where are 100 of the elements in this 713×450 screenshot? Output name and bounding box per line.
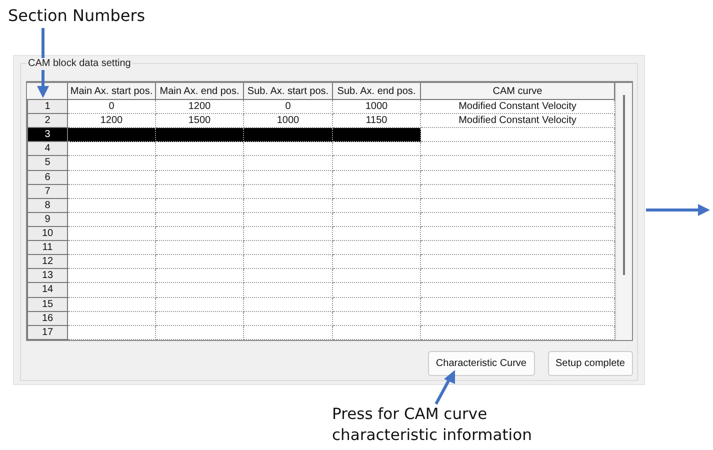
table-cell[interactable]: Modified Constant Velocity bbox=[420, 100, 614, 114]
table-cell[interactable] bbox=[68, 268, 156, 283]
table-cell[interactable]: 1200 bbox=[156, 100, 244, 114]
row-number[interactable]: 16 bbox=[28, 311, 68, 326]
table-cell[interactable] bbox=[332, 282, 420, 298]
table-cell[interactable] bbox=[332, 184, 420, 198]
row-number[interactable]: 10 bbox=[28, 226, 68, 241]
table-cell[interactable]: 0 bbox=[68, 100, 156, 114]
table-cell[interactable] bbox=[156, 198, 244, 212]
table-cell[interactable] bbox=[244, 170, 332, 184]
table-cell[interactable] bbox=[332, 142, 420, 156]
table-cell[interactable] bbox=[332, 170, 420, 184]
table-cell[interactable] bbox=[244, 128, 332, 142]
row-number[interactable]: 2 bbox=[28, 114, 68, 128]
row-number[interactable]: 8 bbox=[28, 198, 68, 212]
table-cell[interactable] bbox=[68, 212, 156, 226]
scrollbar[interactable] bbox=[615, 83, 632, 340]
table-cell[interactable] bbox=[156, 184, 244, 198]
table-cell[interactable] bbox=[156, 128, 244, 142]
table-cell[interactable]: 1500 bbox=[156, 114, 244, 128]
table-cell[interactable] bbox=[244, 297, 332, 312]
table-cell[interactable] bbox=[68, 311, 156, 326]
table-cell[interactable] bbox=[420, 268, 614, 283]
table-cell[interactable] bbox=[68, 170, 156, 184]
row-number[interactable]: 5 bbox=[28, 156, 68, 170]
table-cell[interactable] bbox=[332, 325, 420, 340]
table-cell[interactable] bbox=[332, 198, 420, 212]
table-cell[interactable] bbox=[420, 325, 614, 340]
row-number[interactable]: 1 bbox=[28, 100, 68, 114]
row-number[interactable]: 9 bbox=[28, 212, 68, 226]
table-cell[interactable] bbox=[68, 198, 156, 212]
table-cell[interactable] bbox=[244, 198, 332, 212]
table-cell[interactable] bbox=[244, 212, 332, 226]
table-cell[interactable] bbox=[420, 142, 614, 156]
table-cell[interactable] bbox=[420, 184, 614, 198]
table-cell[interactable] bbox=[420, 226, 614, 241]
table-cell[interactable] bbox=[420, 198, 614, 212]
row-number[interactable]: 3 bbox=[28, 128, 68, 142]
table-cell[interactable] bbox=[244, 325, 332, 340]
table-cell[interactable]: 1000 bbox=[332, 100, 420, 114]
table-cell[interactable] bbox=[420, 240, 614, 255]
row-number[interactable]: 11 bbox=[28, 240, 68, 255]
table-cell[interactable] bbox=[332, 240, 420, 255]
table-cell[interactable]: 0 bbox=[244, 100, 332, 114]
table-cell[interactable] bbox=[68, 156, 156, 170]
table-cell[interactable] bbox=[244, 311, 332, 326]
table-cell[interactable] bbox=[156, 212, 244, 226]
table-cell[interactable] bbox=[420, 128, 614, 142]
table-cell[interactable] bbox=[68, 325, 156, 340]
table-cell[interactable] bbox=[244, 268, 332, 283]
table-cell[interactable] bbox=[420, 254, 614, 269]
table-cell[interactable] bbox=[156, 325, 244, 340]
table-cell[interactable] bbox=[420, 311, 614, 326]
table-cell[interactable] bbox=[156, 268, 244, 283]
table-cell[interactable] bbox=[156, 282, 244, 298]
table-cell[interactable] bbox=[156, 311, 244, 326]
table-cell[interactable] bbox=[420, 170, 614, 184]
table-cell[interactable]: Modified Constant Velocity bbox=[420, 114, 614, 128]
table-cell[interactable] bbox=[68, 297, 156, 312]
table-cell[interactable] bbox=[68, 254, 156, 269]
table-cell[interactable] bbox=[420, 212, 614, 226]
table-cell[interactable] bbox=[420, 282, 614, 298]
table-cell[interactable] bbox=[332, 297, 420, 312]
table-cell[interactable] bbox=[156, 240, 244, 255]
table-cell[interactable]: 1150 bbox=[332, 114, 420, 128]
table-cell[interactable] bbox=[156, 170, 244, 184]
table-cell[interactable] bbox=[332, 226, 420, 241]
table-cell[interactable] bbox=[156, 297, 244, 312]
table-cell[interactable] bbox=[332, 268, 420, 283]
table-cell[interactable] bbox=[68, 226, 156, 241]
row-number[interactable]: 15 bbox=[28, 297, 68, 312]
characteristic-curve-button[interactable]: Characteristic Curve bbox=[428, 351, 534, 376]
table-cell[interactable] bbox=[68, 240, 156, 255]
row-number[interactable]: 7 bbox=[28, 184, 68, 198]
row-number[interactable]: 12 bbox=[28, 254, 68, 269]
table-cell[interactable] bbox=[156, 254, 244, 269]
table-cell[interactable]: 1000 bbox=[244, 114, 332, 128]
table-cell[interactable] bbox=[244, 184, 332, 198]
table-cell[interactable] bbox=[156, 142, 244, 156]
table-cell[interactable] bbox=[156, 156, 244, 170]
row-number[interactable]: 14 bbox=[28, 282, 68, 298]
table-cell[interactable] bbox=[244, 226, 332, 241]
table-cell[interactable] bbox=[244, 254, 332, 269]
table-cell[interactable] bbox=[332, 212, 420, 226]
table-cell[interactable] bbox=[68, 282, 156, 298]
table-cell[interactable] bbox=[244, 282, 332, 298]
setup-complete-button[interactable]: Setup complete bbox=[548, 351, 633, 376]
table-cell[interactable] bbox=[332, 254, 420, 269]
table-cell[interactable] bbox=[244, 156, 332, 170]
table-cell[interactable] bbox=[68, 142, 156, 156]
row-number[interactable]: 6 bbox=[28, 170, 68, 184]
row-number[interactable]: 4 bbox=[28, 142, 68, 156]
table-cell[interactable] bbox=[420, 297, 614, 312]
table-cell[interactable] bbox=[68, 128, 156, 142]
table-cell[interactable] bbox=[332, 311, 420, 326]
row-number[interactable]: 13 bbox=[28, 268, 68, 283]
table-cell[interactable] bbox=[244, 142, 332, 156]
table-cell[interactable] bbox=[244, 240, 332, 255]
table-cell[interactable]: 1200 bbox=[68, 114, 156, 128]
table-cell[interactable] bbox=[156, 226, 244, 241]
